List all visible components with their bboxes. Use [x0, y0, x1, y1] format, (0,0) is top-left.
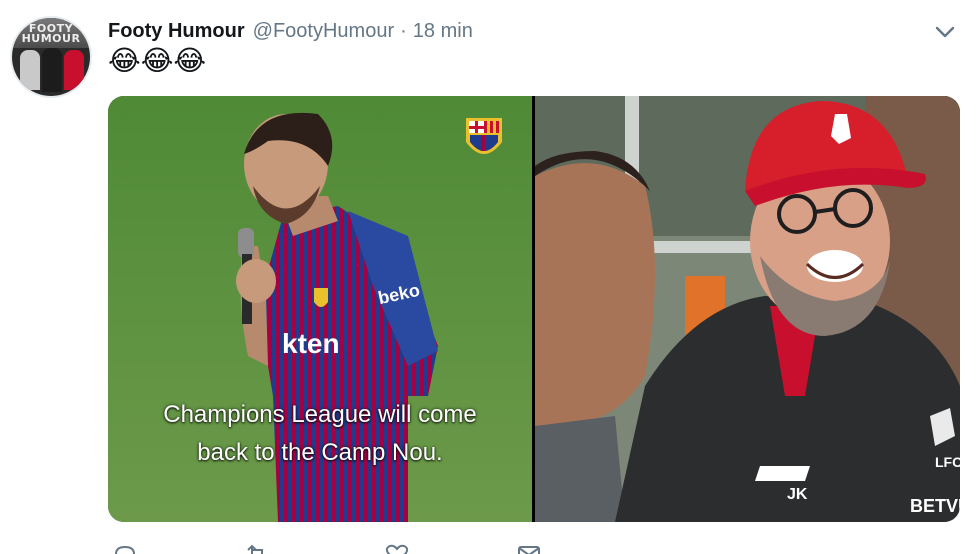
- heart-icon[interactable]: [384, 544, 410, 554]
- tweet-text: 😂😂😂: [108, 44, 207, 77]
- reply-icon[interactable]: [112, 544, 138, 554]
- tweet-header: Footy Humour @FootyHumour · 18 min: [108, 18, 473, 44]
- jacket-sponsor-text: BETVI: [910, 496, 960, 516]
- media-image-left[interactable]: kten beko Champions League will come bac…: [108, 96, 532, 522]
- caption-line-1: Champions League will come: [163, 401, 477, 428]
- chevron-down-icon[interactable]: [933, 22, 957, 42]
- retweet-icon[interactable]: [244, 544, 270, 554]
- user-handle[interactable]: @FootyHumour: [253, 20, 394, 43]
- avatar-logo-line2: HUMOUR: [21, 32, 81, 45]
- tweet-timestamp[interactable]: 18 min: [413, 20, 473, 43]
- video-caption: Champions League will come back to the C…: [108, 396, 532, 472]
- klopp-firmino-photo: [535, 96, 960, 522]
- shirt-sponsor-text: kten: [282, 328, 340, 359]
- avatar-player-3: [64, 50, 84, 90]
- tweet-action-bar: [108, 540, 708, 554]
- avatar-player-2: [42, 48, 62, 92]
- avatar[interactable]: FOOTY HUMOUR: [12, 18, 90, 96]
- avatar-logo-text: FOOTY HUMOUR: [12, 23, 90, 45]
- media-image-right[interactable]: JK LFC BETVI: [535, 96, 960, 522]
- message-icon[interactable]: [516, 544, 542, 554]
- header-separator: ·: [400, 19, 407, 42]
- tweet-card[interactable]: FOOTY HUMOUR Footy Humour @FootyHumour ·…: [0, 0, 980, 554]
- jacket-initials: JK: [787, 486, 808, 503]
- avatar-player-1: [20, 50, 40, 90]
- caption-line-2: back to the Camp Nou.: [197, 439, 443, 466]
- display-name[interactable]: Footy Humour: [108, 20, 245, 43]
- jacket-crest-text: LFC: [935, 454, 960, 470]
- tweet-media[interactable]: kten beko Champions League will come bac…: [108, 96, 960, 522]
